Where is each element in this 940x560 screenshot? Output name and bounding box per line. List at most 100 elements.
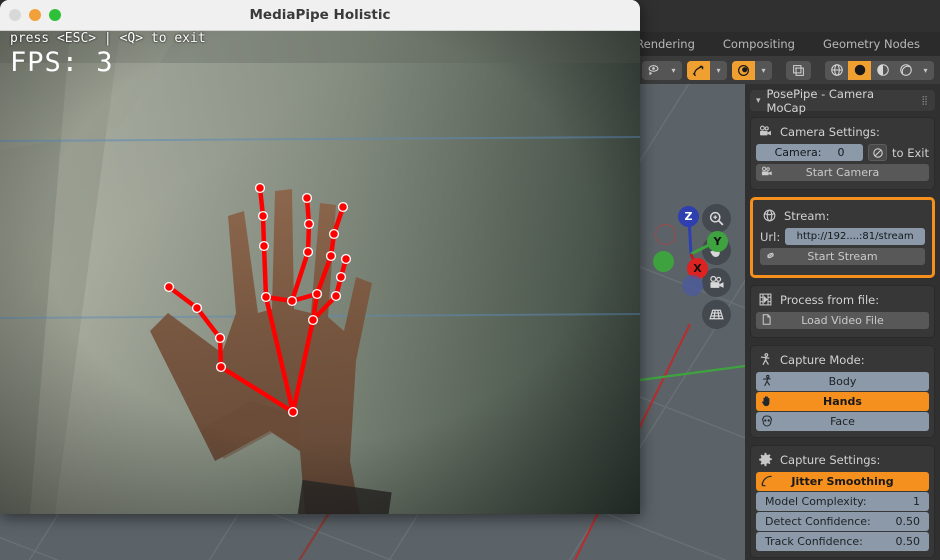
visibility-group[interactable]: ▾ xyxy=(642,60,682,80)
hand-landmark xyxy=(330,290,342,302)
model-complexity-value: 1 xyxy=(913,495,920,508)
capture-mode-title: Capture Mode: xyxy=(780,352,865,367)
process-from-file-box: Process from file: Load Video File xyxy=(750,285,935,338)
hand-landmark xyxy=(287,406,299,418)
start-camera-label: Start Camera xyxy=(805,166,880,179)
hand-landmark xyxy=(328,228,340,240)
camera-index-value: 0 xyxy=(837,146,845,159)
capture-settings-title-row: Capture Settings: xyxy=(756,451,929,468)
proportional-group[interactable]: ▾ xyxy=(732,60,772,80)
shading-mode-group[interactable]: ▾ xyxy=(825,60,934,80)
hand-connection xyxy=(166,284,200,311)
hand-landmark xyxy=(258,240,270,252)
jitter-smoothing-toggle[interactable]: Jitter Smoothing xyxy=(756,472,929,491)
hand-connection xyxy=(314,253,334,297)
capture-settings-box: Capture Settings: Jitter Smoothing Model… xyxy=(750,445,935,558)
gizmo-x-label: X xyxy=(693,262,702,275)
gizmo-axis-neg-y[interactable] xyxy=(653,251,674,272)
file-title: Process from file: xyxy=(780,292,880,307)
file-title-row: Process from file: xyxy=(756,291,929,308)
stream-url-row: Url: http://192....:81/stream xyxy=(760,228,925,245)
exit-hint-text: press <ESC> | <Q> to exit xyxy=(10,31,206,46)
chevron-down-icon: ▾ xyxy=(756,95,761,106)
proportional-editing-icon[interactable] xyxy=(732,60,755,80)
gizmo-z-label: Z xyxy=(684,210,693,223)
grid-ortho-icon[interactable] xyxy=(702,300,731,329)
hand-landmark xyxy=(303,218,315,230)
video-feed[interactable]: press <ESC> | <Q> to exit FPS: 3 xyxy=(0,31,640,514)
stream-url-input[interactable]: http://192....:81/stream xyxy=(785,228,925,245)
camera-icon xyxy=(760,165,774,182)
pose-icon xyxy=(758,352,773,367)
hand-landmark xyxy=(325,250,337,262)
stream-url-value: http://192....:81/stream xyxy=(796,231,914,242)
workspace-tab-geometry-nodes[interactable]: Geometry Nodes xyxy=(809,32,934,56)
start-camera-button[interactable]: Start Camera xyxy=(756,164,929,181)
film-icon xyxy=(758,292,773,307)
camera-index-field[interactable]: Camera: 0 xyxy=(756,144,864,161)
mediapipe-window-title: MediaPipe Holistic xyxy=(249,7,391,23)
snap-magnet-icon[interactable] xyxy=(687,60,710,80)
body-icon xyxy=(760,374,774,391)
chevron-down-icon[interactable]: ▾ xyxy=(665,60,682,80)
hand-landmark xyxy=(215,361,227,373)
panel-title: PosePipe - Camera MoCap xyxy=(766,86,875,115)
start-stream-label: Start Stream xyxy=(807,250,878,263)
shading-material-icon[interactable] xyxy=(871,60,894,80)
hand-landmark xyxy=(254,182,266,194)
url-label: Url: xyxy=(760,229,781,244)
proportional-chevron-down-icon[interactable]: ▾ xyxy=(755,60,772,80)
hand-landmark xyxy=(335,271,347,283)
workspace-tab-compositing[interactable]: Compositing xyxy=(709,32,809,56)
axis-y-green xyxy=(639,364,745,382)
capture-mode-option-face[interactable]: Face xyxy=(756,412,929,431)
gizmo-axis-neg-x[interactable] xyxy=(682,275,703,296)
capture-mode-body-label: Body xyxy=(828,375,857,388)
hand-landmark xyxy=(311,288,323,300)
fps-counter: FPS: 3 xyxy=(10,47,114,78)
hand-landmark xyxy=(340,253,352,265)
shading-solid-icon[interactable] xyxy=(848,60,871,80)
gizmo-axis-z[interactable]: Z xyxy=(678,206,699,227)
jitter-smoothing-label: Jitter Smoothing xyxy=(791,475,894,488)
shading-wireframe-icon[interactable] xyxy=(825,60,848,80)
capture-mode-title-row: Capture Mode: xyxy=(756,351,929,368)
stream-box-highlight: Stream: Url: http://192....:81/stream St… xyxy=(750,197,935,278)
capture-settings-title: Capture Settings: xyxy=(780,452,881,467)
snap-group[interactable]: ▾ xyxy=(687,60,727,80)
panel-header[interactable]: ▾ PosePipe - Camera MoCap ⣿ xyxy=(750,87,935,115)
to-exit-label: to Exit xyxy=(892,145,929,160)
overlays-icon[interactable] xyxy=(786,60,811,80)
hand-connection xyxy=(289,249,311,304)
gizmo-axis-y[interactable]: Y xyxy=(707,231,728,252)
hand-connection xyxy=(290,317,316,415)
gizmo-y-label: Y xyxy=(713,235,722,248)
model-complexity-field[interactable]: Model Complexity: 1 xyxy=(756,492,929,511)
load-video-file-button[interactable]: Load Video File xyxy=(756,312,929,329)
hand-landmark xyxy=(260,291,272,303)
snap-chevron-down-icon[interactable]: ▾ xyxy=(710,60,727,80)
mediapipe-titlebar[interactable]: MediaPipe Holistic xyxy=(0,0,640,31)
mediapipe-window[interactable]: MediaPipe Holistic press <ESC> | <Q> to … xyxy=(0,0,640,514)
hand-landmark xyxy=(286,295,298,307)
hand-landmark xyxy=(307,314,319,326)
start-stream-button[interactable]: Start Stream xyxy=(760,248,925,265)
camera-settings-title: Camera Settings: xyxy=(780,124,880,139)
capture-mode-option-hands[interactable]: Hands xyxy=(756,392,929,411)
drag-handle-icon[interactable]: ⣿ xyxy=(921,96,929,106)
face-icon xyxy=(760,414,774,431)
detect-confidence-field[interactable]: Detect Confidence: 0.50 xyxy=(756,512,929,531)
hand-landmark xyxy=(257,210,269,222)
eye-icon[interactable] xyxy=(642,60,665,80)
stream-title-row: Stream: xyxy=(760,207,925,224)
hand-connection xyxy=(261,243,269,300)
shading-chevron-down-icon[interactable]: ▾ xyxy=(917,60,934,80)
capture-mode-option-body[interactable]: Body xyxy=(756,372,929,391)
shading-rendered-icon[interactable] xyxy=(894,60,917,80)
cancel-icon[interactable] xyxy=(868,144,888,161)
gizmo-axis-neg-z[interactable] xyxy=(655,224,676,245)
hand-landmark xyxy=(302,246,314,258)
navigation-gizmo[interactable]: Z Y X xyxy=(645,196,735,296)
track-confidence-field[interactable]: Track Confidence: 0.50 xyxy=(756,532,929,551)
link-icon xyxy=(764,249,777,265)
